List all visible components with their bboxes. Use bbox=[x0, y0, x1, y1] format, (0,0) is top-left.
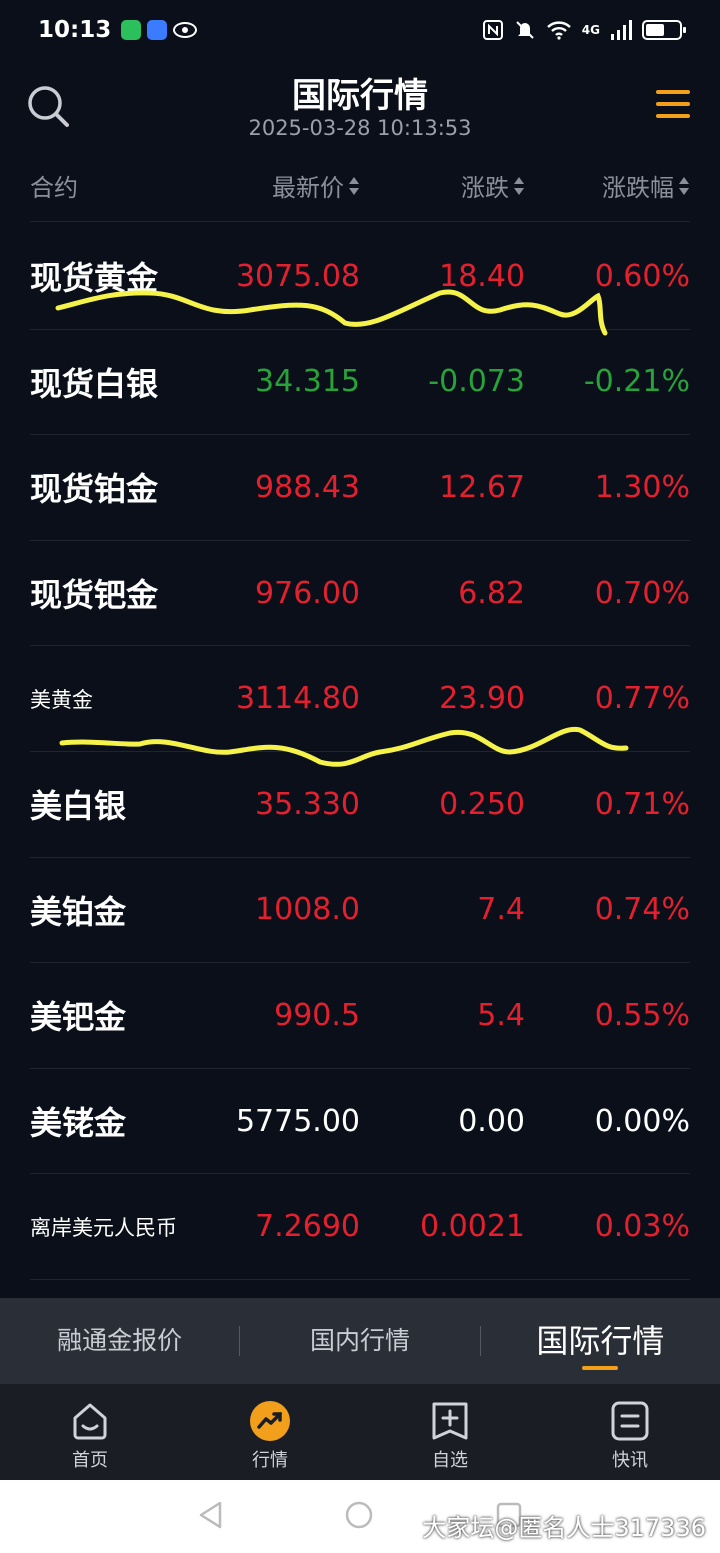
table-row[interactable]: 美黄金 3114.80 23.90 0.77% bbox=[30, 646, 690, 752]
market-icon bbox=[250, 1401, 290, 1441]
table-row[interactable]: 现货黄金 3075.08 18.40 0.60% bbox=[30, 224, 690, 330]
table-row[interactable]: 美铑金 5775.00 0.00 0.00% bbox=[30, 1069, 690, 1175]
change-percent: 0.60% bbox=[594, 258, 690, 294]
contract-name: 现货白银 bbox=[30, 364, 159, 403]
latest-price: 34.315 bbox=[255, 364, 360, 400]
price-change: 6.82 bbox=[458, 575, 525, 611]
price-change: 0.0021 bbox=[420, 1209, 525, 1245]
contract-name: 现货黄金 bbox=[30, 259, 159, 298]
latest-price: 988.43 bbox=[255, 469, 360, 505]
price-change: 5.4 bbox=[477, 997, 525, 1033]
contract-name: 美白银 bbox=[30, 787, 127, 826]
contract-name: 美钯金 bbox=[30, 998, 127, 1037]
sort-icon bbox=[349, 176, 359, 195]
wifi-icon bbox=[546, 21, 571, 40]
latest-price: 35.330 bbox=[255, 786, 360, 822]
news-icon bbox=[611, 1401, 649, 1441]
nav-market[interactable]: 行情 bbox=[180, 1384, 360, 1480]
change-percent: 0.71% bbox=[594, 786, 690, 822]
change-percent: 0.00% bbox=[594, 1103, 690, 1139]
tab-domestic[interactable]: 国内行情 bbox=[240, 1298, 479, 1384]
price-change: 7.4 bbox=[477, 892, 525, 928]
change-percent: -0.21% bbox=[583, 364, 690, 400]
network-type: 4G bbox=[581, 23, 600, 37]
system-nav-bar: 大家坛@匿名人士317336 bbox=[0, 1480, 720, 1553]
latest-price: 990.5 bbox=[274, 997, 360, 1033]
table-row[interactable]: 现货白银 34.315 -0.073 -0.21% bbox=[30, 330, 690, 436]
signal-icon bbox=[611, 20, 632, 40]
sort-icon bbox=[514, 176, 524, 195]
contract-name: 美铂金 bbox=[30, 892, 127, 931]
column-name: 合约 bbox=[30, 174, 78, 202]
table-row[interactable]: 美钯金 990.5 5.4 0.55% bbox=[30, 963, 690, 1069]
price-change: 0.00 bbox=[458, 1103, 525, 1139]
bottom-nav: 首页 行情 自选 快讯 bbox=[0, 1384, 720, 1480]
column-header: 合约 最新价 涨跌 涨跌幅 bbox=[30, 150, 690, 222]
table-row[interactable]: 美白银 35.330 0.250 0.71% bbox=[30, 752, 690, 858]
nav-home[interactable]: 首页 bbox=[0, 1384, 180, 1480]
eye-icon bbox=[173, 22, 198, 38]
watchlist-icon bbox=[432, 1402, 468, 1440]
tab-rtj-quote[interactable]: 融通金报价 bbox=[0, 1298, 239, 1384]
price-change: -0.073 bbox=[428, 364, 525, 400]
latest-price: 5775.00 bbox=[235, 1103, 360, 1139]
change-percent: 1.30% bbox=[594, 469, 690, 505]
menu-icon[interactable] bbox=[656, 88, 690, 120]
mute-icon bbox=[516, 21, 534, 39]
nav-watchlist[interactable]: 自选 bbox=[360, 1384, 540, 1480]
header: 国际行情 2025-03-28 10:13:53 bbox=[0, 60, 720, 150]
battery-icon bbox=[642, 20, 686, 40]
bulb-icon bbox=[147, 20, 168, 40]
contract-name: 离岸美元人民币 bbox=[30, 1215, 177, 1240]
table-row[interactable]: 现货铂金 988.43 12.67 1.30% bbox=[30, 435, 690, 541]
latest-price: 3075.08 bbox=[235, 258, 360, 294]
status-bar: 10:13 4G bbox=[0, 0, 720, 60]
wechat-icon bbox=[121, 20, 142, 40]
latest-price: 976.00 bbox=[255, 575, 360, 611]
table-row[interactable]: 美铂金 1008.0 7.4 0.74% bbox=[30, 858, 690, 964]
column-price[interactable]: 最新价 bbox=[230, 168, 360, 203]
table-row[interactable]: 现货钯金 976.00 6.82 0.70% bbox=[30, 541, 690, 647]
sort-icon bbox=[679, 176, 689, 195]
change-percent: 0.77% bbox=[594, 681, 690, 717]
column-pct[interactable]: 涨跌幅 bbox=[525, 168, 690, 203]
table-row[interactable]: 离岸美元人民币 7.2690 0.0021 0.03% bbox=[30, 1174, 690, 1280]
contract-name: 美黄金 bbox=[30, 687, 93, 712]
nav-news[interactable]: 快讯 bbox=[540, 1384, 720, 1480]
nfc-icon bbox=[482, 20, 503, 40]
price-change: 23.90 bbox=[439, 681, 525, 717]
contract-name: 现货铂金 bbox=[30, 470, 159, 509]
change-percent: 0.03% bbox=[594, 1209, 690, 1245]
tab-international[interactable]: 国际行情 bbox=[481, 1298, 720, 1384]
column-change[interactable]: 涨跌 bbox=[360, 168, 525, 203]
home-icon bbox=[73, 1403, 107, 1440]
status-time: 10:13 bbox=[38, 17, 112, 43]
latest-price: 7.2690 bbox=[255, 1209, 360, 1245]
contract-name: 美铑金 bbox=[30, 1104, 127, 1143]
price-change: 18.40 bbox=[439, 258, 525, 294]
change-percent: 0.55% bbox=[594, 997, 690, 1033]
change-percent: 0.70% bbox=[594, 575, 690, 611]
page-title: 国际行情 bbox=[292, 76, 428, 116]
home-circle-icon[interactable] bbox=[344, 1500, 374, 1530]
change-percent: 0.74% bbox=[594, 892, 690, 928]
price-change: 12.67 bbox=[439, 469, 525, 505]
watermark: 大家坛@匿名人士317336 bbox=[422, 1514, 706, 1542]
latest-price: 1008.0 bbox=[255, 892, 360, 928]
contract-name: 现货钯金 bbox=[30, 576, 159, 615]
update-time: 2025-03-28 10:13:53 bbox=[248, 116, 472, 140]
quote-list: 现货黄金 3075.08 18.40 0.60% 现货白银 34.315 -0.… bbox=[30, 224, 690, 1280]
price-change: 0.250 bbox=[439, 786, 525, 822]
market-tabbar: 融通金报价 国内行情 国际行情 bbox=[0, 1298, 720, 1384]
latest-price: 3114.80 bbox=[235, 681, 360, 717]
back-icon[interactable] bbox=[196, 1500, 226, 1530]
